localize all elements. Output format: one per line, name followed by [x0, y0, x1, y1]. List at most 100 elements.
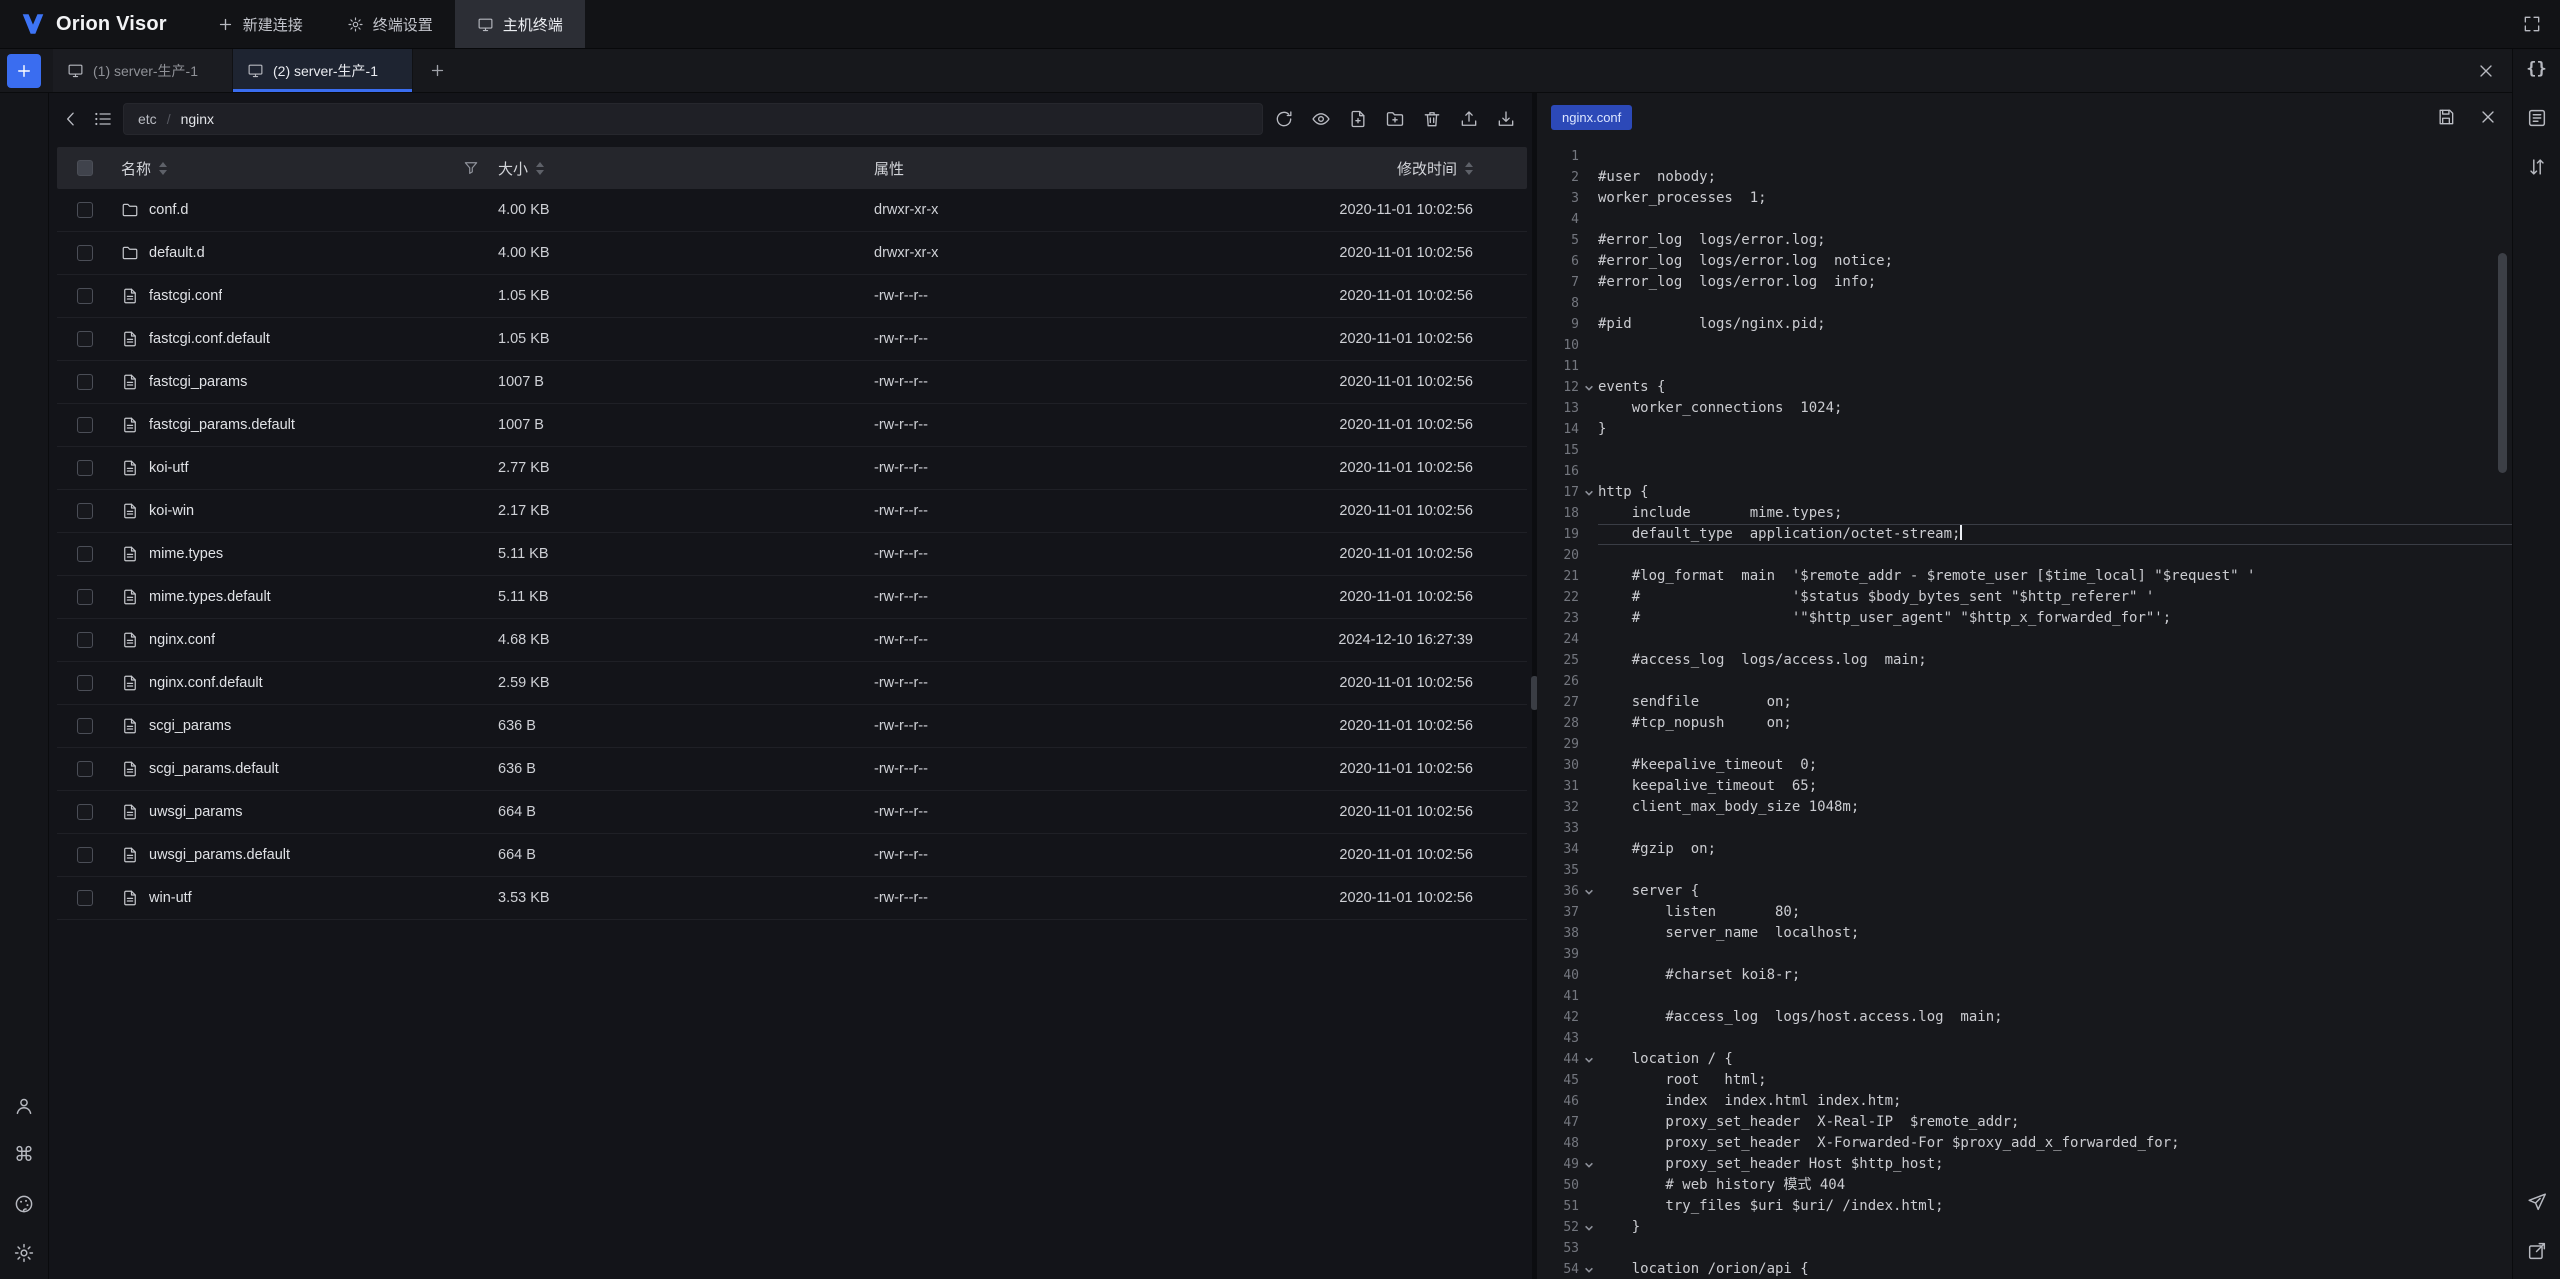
row-checkbox[interactable]: [77, 503, 93, 519]
menu-terminal-settings[interactable]: 终端设置: [325, 0, 455, 48]
fold-chevron-icon[interactable]: [1579, 881, 1598, 902]
folder-add-icon[interactable]: [1385, 109, 1405, 129]
row-checkbox[interactable]: [77, 675, 93, 691]
table-row[interactable]: scgi_params.default636 B-rw-r--r--2020-1…: [57, 748, 1527, 791]
table-row[interactable]: uwsgi_params664 B-rw-r--r--2020-11-01 10…: [57, 791, 1527, 834]
fold-chevron-icon[interactable]: [1579, 1154, 1598, 1175]
theme-icon[interactable]: [13, 1193, 35, 1215]
upload-icon[interactable]: [1459, 109, 1479, 129]
file-name[interactable]: default.d: [149, 245, 205, 261]
command-icon[interactable]: ⌘: [13, 1144, 35, 1166]
row-checkbox[interactable]: [77, 202, 93, 218]
file-name[interactable]: fastcgi.conf: [149, 288, 222, 304]
breadcrumb-item-nginx[interactable]: nginx: [181, 111, 214, 127]
header-size[interactable]: 大小: [498, 158, 874, 179]
header-mtime[interactable]: 修改时间: [1240, 158, 1527, 179]
table-row[interactable]: fastcgi_params1007 B-rw-r--r--2020-11-01…: [57, 361, 1527, 404]
list-view-icon[interactable]: [91, 109, 115, 129]
breadcrumb-item-etc[interactable]: etc: [138, 111, 157, 127]
row-checkbox[interactable]: [77, 331, 93, 347]
code-area[interactable]: 12#user nobody;3worker_processes 1;45#er…: [1537, 141, 2512, 1279]
select-all-checkbox[interactable]: [77, 160, 93, 176]
file-add-icon[interactable]: [1348, 109, 1368, 129]
fullscreen-icon[interactable]: [2522, 14, 2542, 34]
file-name[interactable]: mime.types: [149, 546, 223, 562]
menu-host-terminal[interactable]: 主机终端: [455, 0, 585, 48]
open-file-tag[interactable]: nginx.conf: [1551, 105, 1632, 130]
refresh-icon[interactable]: [1274, 109, 1294, 129]
send-icon[interactable]: [2526, 1191, 2548, 1213]
file-name[interactable]: uwsgi_params.default: [149, 847, 290, 863]
trash-icon[interactable]: [1422, 109, 1442, 129]
row-checkbox[interactable]: [77, 374, 93, 390]
back-icon[interactable]: [59, 109, 83, 129]
table-row[interactable]: fastcgi_params.default1007 B-rw-r--r--20…: [57, 404, 1527, 447]
table-row[interactable]: nginx.conf.default2.59 KB-rw-r--r--2020-…: [57, 662, 1527, 705]
table-row[interactable]: mime.types.default5.11 KB-rw-r--r--2020-…: [57, 576, 1527, 619]
tab-server-1[interactable]: (1) server-生产-1: [53, 49, 233, 92]
row-checkbox[interactable]: [77, 245, 93, 261]
file-name[interactable]: fastcgi_params: [149, 374, 247, 390]
add-tab-icon[interactable]: [429, 62, 446, 79]
menu-new-connection[interactable]: 新建连接: [195, 0, 325, 48]
editor-scrollbar[interactable]: [2498, 253, 2507, 473]
table-row[interactable]: fastcgi.conf1.05 KB-rw-r--r--2020-11-01 …: [57, 275, 1527, 318]
file-name[interactable]: nginx.conf.default: [149, 675, 263, 691]
row-checkbox[interactable]: [77, 761, 93, 777]
file-name[interactable]: koi-utf: [149, 460, 189, 476]
sort-carets-icon[interactable]: [1465, 162, 1473, 175]
filter-icon[interactable]: [462, 159, 480, 177]
close-editor-icon[interactable]: [2478, 107, 2498, 127]
row-checkbox[interactable]: [77, 890, 93, 906]
file-name[interactable]: fastcgi_params.default: [149, 417, 295, 433]
table-row[interactable]: fastcgi.conf.default1.05 KB-rw-r--r--202…: [57, 318, 1527, 361]
file-name[interactable]: nginx.conf: [149, 632, 215, 648]
row-checkbox[interactable]: [77, 417, 93, 433]
row-checkbox[interactable]: [77, 632, 93, 648]
table-row[interactable]: conf.d4.00 KBdrwxr-xr-x2020-11-01 10:02:…: [57, 189, 1527, 232]
save-icon[interactable]: [2436, 107, 2456, 127]
row-checkbox[interactable]: [77, 718, 93, 734]
layout-icon[interactable]: [2526, 107, 2548, 129]
file-name[interactable]: scgi_params: [149, 718, 231, 734]
row-checkbox[interactable]: [77, 546, 93, 562]
table-row[interactable]: koi-utf2.77 KB-rw-r--r--2020-11-01 10:02…: [57, 447, 1527, 490]
launch-icon[interactable]: [2526, 1240, 2548, 1262]
row-checkbox[interactable]: [77, 589, 93, 605]
fold-chevron-icon[interactable]: [1579, 1049, 1598, 1070]
fold-chevron-icon[interactable]: [1579, 377, 1598, 398]
header-name[interactable]: 名称: [113, 158, 498, 179]
row-checkbox[interactable]: [77, 847, 93, 863]
table-row[interactable]: nginx.conf4.68 KB-rw-r--r--2024-12-10 16…: [57, 619, 1527, 662]
file-name[interactable]: scgi_params.default: [149, 761, 279, 777]
tab-server-2[interactable]: (2) server-生产-1: [233, 49, 413, 92]
table-row[interactable]: koi-win2.17 KB-rw-r--r--2020-11-01 10:02…: [57, 490, 1527, 533]
fold-chevron-icon[interactable]: [1579, 1217, 1598, 1238]
table-row[interactable]: default.d4.00 KBdrwxr-xr-x2020-11-01 10:…: [57, 232, 1527, 275]
file-name[interactable]: mime.types.default: [149, 589, 271, 605]
file-name[interactable]: uwsgi_params: [149, 804, 243, 820]
swap-vertical-icon[interactable]: [2526, 156, 2548, 178]
row-checkbox[interactable]: [77, 460, 93, 476]
eye-icon[interactable]: [1311, 109, 1331, 129]
braces-icon[interactable]: {}: [2526, 58, 2548, 80]
user-icon[interactable]: [13, 1095, 35, 1117]
row-checkbox[interactable]: [77, 288, 93, 304]
fold-chevron-icon[interactable]: [1579, 1259, 1598, 1279]
file-name[interactable]: win-utf: [149, 890, 192, 906]
sort-carets-icon[interactable]: [159, 162, 167, 175]
file-name[interactable]: koi-win: [149, 503, 194, 519]
file-name[interactable]: fastcgi.conf.default: [149, 331, 270, 347]
download-icon[interactable]: [1496, 109, 1516, 129]
gear-icon[interactable]: [13, 1242, 35, 1264]
sort-carets-icon[interactable]: [536, 162, 544, 175]
table-row[interactable]: win-utf3.53 KB-rw-r--r--2020-11-01 10:02…: [57, 877, 1527, 920]
table-row[interactable]: uwsgi_params.default664 B-rw-r--r--2020-…: [57, 834, 1527, 877]
file-name[interactable]: conf.d: [149, 202, 189, 218]
new-connection-button[interactable]: [7, 54, 41, 88]
table-row[interactable]: scgi_params636 B-rw-r--r--2020-11-01 10:…: [57, 705, 1527, 748]
close-panel-icon[interactable]: [2476, 61, 2496, 81]
fold-chevron-icon[interactable]: [1579, 482, 1598, 503]
row-checkbox[interactable]: [77, 804, 93, 820]
table-row[interactable]: mime.types5.11 KB-rw-r--r--2020-11-01 10…: [57, 533, 1527, 576]
